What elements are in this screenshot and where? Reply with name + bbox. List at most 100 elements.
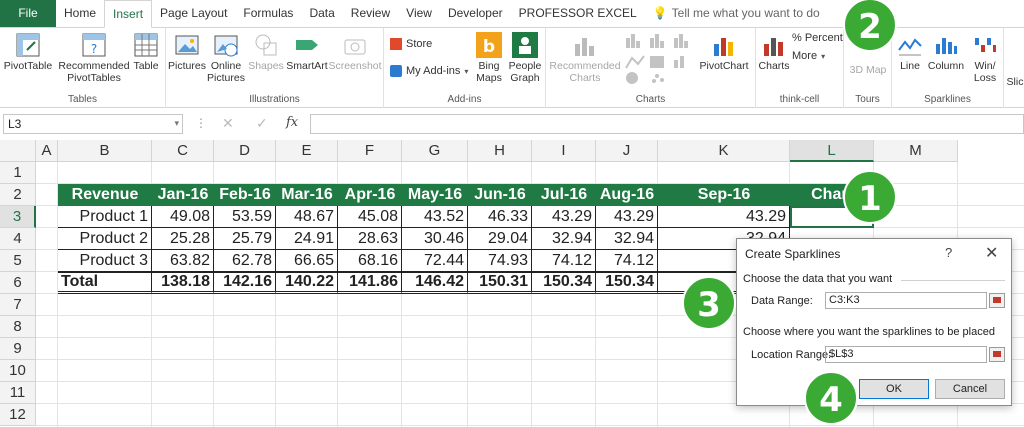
table-header-cell[interactable]: Revenue xyxy=(58,184,152,206)
row-header[interactable]: 5 xyxy=(0,250,36,272)
value-cell[interactable]: 63.82 xyxy=(152,250,214,272)
column-header[interactable]: K xyxy=(658,140,790,162)
column-header[interactable]: B xyxy=(58,140,152,162)
select-all-corner[interactable] xyxy=(0,140,36,162)
tab-developer[interactable]: Developer xyxy=(440,0,511,27)
column-header[interactable]: C xyxy=(152,140,214,162)
table-header-cell[interactable]: Aug-16 xyxy=(596,184,658,206)
value-cell[interactable]: 146.42 xyxy=(402,272,468,294)
slicer-button[interactable]: Slic xyxy=(1006,76,1024,88)
column-header[interactable]: G xyxy=(402,140,468,162)
formula-input[interactable] xyxy=(310,114,1024,134)
value-cell[interactable]: 150.31 xyxy=(468,272,532,294)
column-header[interactable]: M xyxy=(874,140,958,162)
value-cell[interactable]: 28.63 xyxy=(338,228,402,250)
tell-me-box[interactable]: 💡 Tell me what you want to do xyxy=(645,0,820,27)
row-header[interactable]: 2 xyxy=(0,184,36,206)
value-cell[interactable]: 43.29 xyxy=(532,206,596,228)
column-header[interactable]: D xyxy=(214,140,276,162)
value-cell[interactable]: 43.29 xyxy=(596,206,658,228)
insert-function-icon[interactable]: fx xyxy=(286,115,298,130)
value-cell[interactable]: 32.94 xyxy=(596,228,658,250)
row-header[interactable]: 9 xyxy=(0,338,36,360)
range-picker-icon[interactable] xyxy=(989,347,1005,362)
row-header[interactable]: 11 xyxy=(0,382,36,404)
pivottable-button[interactable]: PivotTable xyxy=(2,30,54,72)
value-cell[interactable]: 142.16 xyxy=(214,272,276,294)
value-cell[interactable]: 138.18 xyxy=(152,272,214,294)
value-cell[interactable]: 45.08 xyxy=(338,206,402,228)
value-cell[interactable]: 141.86 xyxy=(338,272,402,294)
column-header[interactable]: L xyxy=(790,140,874,162)
table-button[interactable]: Table xyxy=(130,30,162,72)
row-label-cell[interactable]: Product 2 xyxy=(58,228,152,250)
tab-page-layout[interactable]: Page Layout xyxy=(152,0,235,27)
value-cell[interactable]: 66.65 xyxy=(276,250,338,272)
ok-button[interactable]: OK xyxy=(859,379,929,399)
table-header-cell[interactable]: Jul-16 xyxy=(532,184,596,206)
row-header[interactable]: 8 xyxy=(0,316,36,338)
pictures-button[interactable]: Pictures xyxy=(168,30,206,72)
table-header-cell[interactable]: Jun-16 xyxy=(468,184,532,206)
value-cell[interactable]: 68.16 xyxy=(338,250,402,272)
sparkline-winloss-button[interactable]: Win/ Loss xyxy=(968,30,1002,84)
row-header[interactable]: 6 xyxy=(0,272,36,294)
tab-data[interactable]: Data xyxy=(301,0,342,27)
value-cell[interactable]: 46.33 xyxy=(468,206,532,228)
value-cell[interactable]: 74.93 xyxy=(468,250,532,272)
row-header[interactable]: 1 xyxy=(0,162,36,184)
table-header-cell[interactable]: Sep-16 xyxy=(658,184,790,206)
screenshot-button[interactable]: Screenshot xyxy=(328,30,382,72)
tab-formulas[interactable]: Formulas xyxy=(235,0,301,27)
tab-insert[interactable]: Insert xyxy=(104,0,153,28)
row-header[interactable]: 3 xyxy=(0,206,36,228)
row-header[interactable]: 7 xyxy=(0,294,36,316)
row-label-cell[interactable]: Product 3 xyxy=(58,250,152,272)
recommended-pivottables-button[interactable]: ? Recommended PivotTables xyxy=(58,30,130,84)
tab-home[interactable]: Home xyxy=(56,0,104,27)
name-box[interactable]: L3 ▾ xyxy=(3,114,183,134)
tab-file[interactable]: File xyxy=(0,0,56,27)
value-cell[interactable]: 74.12 xyxy=(596,250,658,272)
tab-view[interactable]: View xyxy=(398,0,440,27)
table-header-cell[interactable]: Mar-16 xyxy=(276,184,338,206)
people-graph-button[interactable]: People Graph xyxy=(506,30,544,84)
value-cell[interactable]: 150.34 xyxy=(532,272,596,294)
my-addins-button[interactable]: My Add-ins ▾ xyxy=(390,65,468,77)
table-header-cell[interactable]: Jan-16 xyxy=(152,184,214,206)
sparkline-line-button[interactable]: Line xyxy=(894,30,926,72)
pivotchart-button[interactable]: PivotChart xyxy=(696,30,752,72)
tab-professor-excel[interactable]: PROFESSOR EXCEL xyxy=(511,0,645,27)
column-header[interactable]: H xyxy=(468,140,532,162)
cancel-button[interactable]: Cancel xyxy=(935,379,1005,399)
tab-review[interactable]: Review xyxy=(343,0,398,27)
row-header[interactable]: 10 xyxy=(0,360,36,382)
recommended-charts-button[interactable]: Recommended Charts xyxy=(548,30,622,84)
value-cell[interactable]: 25.79 xyxy=(214,228,276,250)
value-cell[interactable]: 24.91 xyxy=(276,228,338,250)
bing-maps-button[interactable]: b Bing Maps xyxy=(472,30,506,84)
value-cell[interactable]: 150.34 xyxy=(596,272,658,294)
chart-type-gallery[interactable] xyxy=(624,32,696,86)
value-cell[interactable]: 32.94 xyxy=(532,228,596,250)
shapes-button[interactable]: Shapes xyxy=(246,30,286,72)
think-cell-charts-button[interactable]: Charts xyxy=(758,30,790,72)
column-header[interactable]: F xyxy=(338,140,402,162)
column-header[interactable]: A xyxy=(36,140,58,162)
help-icon[interactable]: ? xyxy=(945,245,952,260)
value-cell[interactable]: 72.44 xyxy=(402,250,468,272)
more-button[interactable]: More ▾ xyxy=(792,50,825,62)
value-cell[interactable]: 53.59 xyxy=(214,206,276,228)
column-header[interactable]: J xyxy=(596,140,658,162)
table-header-cell[interactable]: Feb-16 xyxy=(214,184,276,206)
cancel-icon[interactable]: ✕ xyxy=(222,115,234,132)
value-cell[interactable]: 43.52 xyxy=(402,206,468,228)
value-cell[interactable]: 48.67 xyxy=(276,206,338,228)
smartart-button[interactable]: SmartArt xyxy=(284,30,330,72)
enter-icon[interactable]: ✓ xyxy=(256,115,268,132)
table-header-cell[interactable]: May-16 xyxy=(402,184,468,206)
percent-button[interactable]: % Percent xyxy=(792,32,843,44)
column-header[interactable]: I xyxy=(532,140,596,162)
value-cell[interactable]: 140.22 xyxy=(276,272,338,294)
value-cell[interactable]: 25.28 xyxy=(152,228,214,250)
